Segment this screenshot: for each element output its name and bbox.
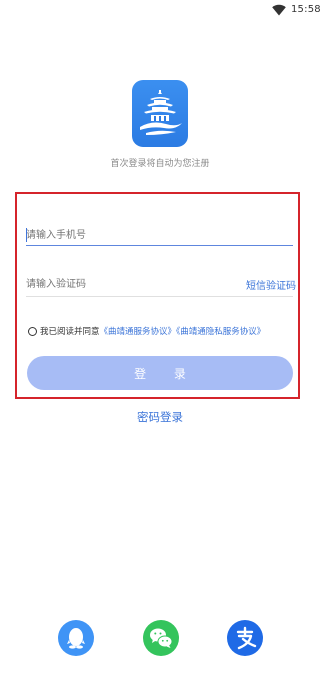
alipay-login-button[interactable] bbox=[227, 620, 263, 656]
alipay-icon bbox=[236, 626, 257, 650]
phone-input[interactable] bbox=[26, 228, 291, 242]
agreement-text: 我已阅读并同意《曲靖通服务协议》《曲靖通隐私服务协议》 bbox=[40, 325, 265, 337]
privacy-agreement-link[interactable]: 《曲靖通隐私服务协议》 bbox=[176, 327, 265, 337]
login-button[interactable]: 登 录 bbox=[27, 356, 293, 390]
auto-register-hint: 首次登录将自动为您注册 bbox=[110, 159, 210, 169]
code-underline bbox=[26, 296, 293, 297]
qq-icon bbox=[67, 628, 85, 649]
sms-code-button[interactable]: 短信验证码 bbox=[246, 277, 296, 292]
app-logo bbox=[132, 80, 188, 147]
pagoda-logo-icon bbox=[140, 90, 182, 135]
status-time: 15:58 bbox=[291, 4, 320, 15]
wechat-login-button[interactable] bbox=[143, 620, 179, 656]
qq-login-button[interactable] bbox=[58, 620, 94, 656]
wechat-icon bbox=[150, 628, 173, 648]
service-agreement-link[interactable]: 《曲靖通服务协议》 bbox=[100, 327, 177, 337]
status-bar: 15:58 bbox=[0, 0, 320, 20]
agreement-prefix: 我已阅读并同意 bbox=[40, 327, 100, 337]
wifi-icon bbox=[272, 4, 286, 16]
agreement-checkbox[interactable] bbox=[28, 327, 37, 336]
phone-underline bbox=[26, 245, 293, 246]
password-login-link[interactable]: 密码登录 bbox=[0, 409, 320, 425]
text-cursor bbox=[26, 228, 27, 242]
verification-code-input[interactable] bbox=[26, 277, 226, 291]
